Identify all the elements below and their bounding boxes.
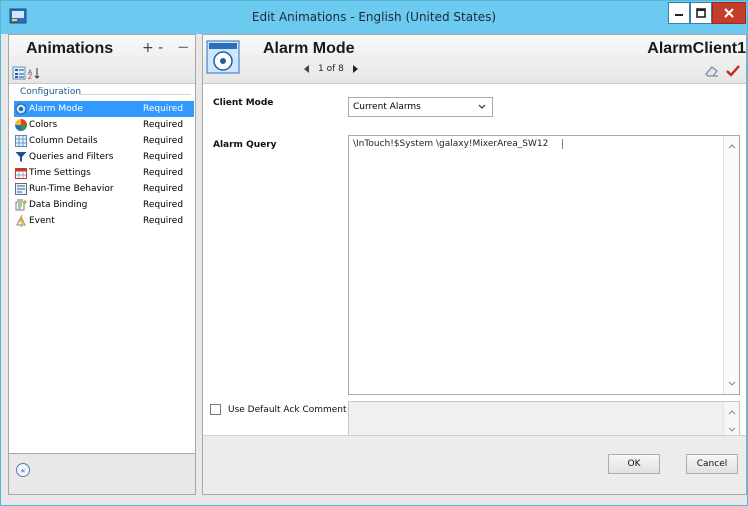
- animation-list: Alarm Mode Required Colors Required Colu…: [14, 101, 194, 229]
- left-footer: «: [8, 454, 196, 495]
- scroll-up-icon[interactable]: [728, 409, 736, 415]
- use-default-ack-row[interactable]: Use Default Ack Comment: [210, 404, 347, 415]
- ok-button[interactable]: OK: [608, 454, 660, 474]
- list-item-label: Data Binding: [29, 200, 88, 210]
- scroll-up-icon[interactable]: [728, 143, 736, 149]
- minimize-icon: [675, 14, 683, 16]
- list-item-status: Required: [143, 104, 184, 114]
- event-icon: [16, 215, 26, 227]
- alarm-mode-large-icon: [206, 40, 240, 74]
- close-icon: [724, 8, 734, 18]
- alarm-query-label: Alarm Query: [213, 140, 277, 150]
- use-default-ack-checkbox[interactable]: [210, 404, 221, 415]
- list-item-label: Column Details: [29, 136, 98, 146]
- remove-animation-button[interactable]: −: [177, 38, 190, 56]
- object-name: AlarmClient1: [647, 40, 746, 57]
- maximize-icon: [696, 8, 706, 18]
- sort-icons[interactable]: A Z: [12, 66, 42, 80]
- list-item-status: Required: [143, 120, 184, 130]
- alarm-query-text: \InTouch!$System \galaxy!MixerArea_SW12: [353, 139, 564, 149]
- list-item-status: Required: [143, 168, 184, 178]
- list-item-status: Required: [143, 200, 184, 210]
- animations-panel: Animations + - − A Z Configuration Alarm…: [8, 34, 196, 454]
- section-divider: [79, 94, 191, 95]
- list-item-event[interactable]: Event Required: [14, 213, 194, 229]
- scroll-down-icon[interactable]: [728, 381, 736, 387]
- column-details-icon: [15, 135, 27, 147]
- list-item-run-time-behavior[interactable]: Run-Time Behavior Required: [14, 181, 194, 197]
- previous-page-icon[interactable]: [302, 64, 312, 74]
- editor-header: Alarm Mode 1 of 8 AlarmClient1: [203, 35, 746, 84]
- client-mode-value: Current Alarms: [353, 102, 421, 112]
- list-item-status: Required: [143, 184, 184, 194]
- list-item-label: Run-Time Behavior: [29, 184, 114, 194]
- configuration-section-label: Configuration: [20, 87, 82, 97]
- page-title: Alarm Mode: [263, 40, 355, 57]
- list-item-time-settings[interactable]: Time Settings Required: [14, 165, 194, 181]
- cancel-button[interactable]: Cancel: [686, 454, 738, 474]
- pager: 1 of 8: [296, 64, 366, 74]
- list-item-status: Required: [143, 216, 184, 226]
- list-item-queries-and-filters[interactable]: Queries and Filters Required: [14, 149, 194, 165]
- double-chevron-left-icon: «: [20, 465, 26, 475]
- alarm-query-textarea[interactable]: \InTouch!$System \galaxy!MixerArea_SW12: [348, 135, 740, 395]
- categorized-view-icon: [12, 66, 26, 80]
- add-animation-button[interactable]: + -: [142, 40, 163, 56]
- close-button[interactable]: [712, 2, 746, 24]
- eraser-icon[interactable]: [705, 65, 719, 77]
- maximize-button[interactable]: [690, 2, 712, 24]
- client-mode-select[interactable]: Current Alarms: [348, 97, 493, 117]
- edit-animations-window: Edit Animations - English (United States…: [0, 0, 748, 506]
- list-item-column-details[interactable]: Column Details Required: [14, 133, 194, 149]
- alphabetical-sort-icon: A Z: [28, 68, 40, 80]
- alarm-mode-icon: [15, 103, 27, 115]
- query-scrollbar[interactable]: [723, 136, 739, 394]
- checkmark-icon[interactable]: [726, 64, 740, 78]
- animations-header: Animations + - − A Z: [9, 35, 195, 84]
- collapse-panel-button[interactable]: «: [16, 463, 30, 477]
- chevron-down-icon: [478, 104, 486, 109]
- svg-text:Z: Z: [28, 74, 32, 80]
- next-page-icon[interactable]: [350, 64, 360, 74]
- data-binding-icon: [15, 199, 27, 211]
- list-item-data-binding[interactable]: Data Binding Required: [14, 197, 194, 213]
- list-item-label: Time Settings: [29, 168, 91, 178]
- animations-heading: Animations: [26, 40, 114, 57]
- pager-text: 1 of 8: [318, 64, 344, 74]
- title-bar[interactable]: Edit Animations - English (United States…: [1, 1, 747, 34]
- filter-icon: [15, 152, 27, 162]
- time-settings-icon: [15, 168, 27, 179]
- list-item-label: Colors: [29, 120, 58, 130]
- list-item-label: Event: [29, 216, 55, 226]
- dialog-button-bar: OK Cancel: [203, 435, 746, 494]
- list-item-status: Required: [143, 152, 184, 162]
- list-item-label: Queries and Filters: [29, 152, 114, 162]
- list-item-colors[interactable]: Colors Required: [14, 117, 194, 133]
- minimize-button[interactable]: [668, 2, 690, 24]
- colors-icon: [15, 119, 27, 131]
- scroll-down-icon[interactable]: [728, 427, 736, 433]
- use-default-ack-label: Use Default Ack Comment: [228, 404, 347, 415]
- client-mode-label: Client Mode: [213, 98, 274, 108]
- animation-editor-panel: Alarm Mode 1 of 8 AlarmClient1 Client Mo…: [202, 34, 747, 495]
- window-title: Edit Animations - English (United States…: [251, 10, 497, 24]
- runtime-behavior-icon: [15, 183, 27, 195]
- list-item-alarm-mode[interactable]: Alarm Mode Required: [14, 101, 194, 117]
- list-item-label: Alarm Mode: [29, 104, 83, 114]
- list-item-status: Required: [143, 136, 184, 146]
